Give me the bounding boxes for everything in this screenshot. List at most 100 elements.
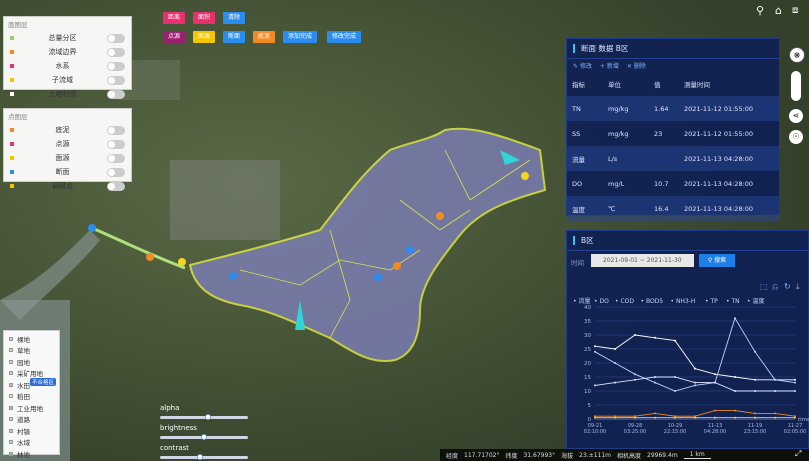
section-actions: ✎ 修改 + 新增 ✕ 删除 [567, 59, 779, 71]
toolbar-button-4[interactable]: 添加完成 [283, 31, 318, 43]
chart-tool-icon: ⎌ [772, 282, 778, 291]
legend-swatch [9, 428, 13, 433]
legend-swatch [9, 359, 13, 364]
data-point [774, 378, 776, 381]
data-point [594, 345, 596, 348]
toolbar-button-1[interactable]: 面源 [193, 31, 216, 43]
delete-button[interactable]: ✕ 删除 [627, 61, 646, 70]
x-tick-label: 22:15:00 [664, 429, 686, 435]
table-row[interactable]: 流量 L/s 2021-11-13 04:28:00 [567, 146, 779, 171]
slider-contrast[interactable] [160, 454, 248, 460]
table-row[interactable]: 温度 ℃ 16.4 2021-11-13 04:28:00 [567, 196, 779, 221]
data-point [654, 376, 656, 378]
data-point [754, 390, 756, 392]
unqualified-badge[interactable]: 不合格区 [30, 378, 57, 386]
expand-icon[interactable]: ⤢ [795, 449, 801, 459]
area-layers-panel: 面图层 总量分区 流域边界 水系 子流域 土地利用 [3, 16, 132, 99]
layer-color-swatch [10, 64, 14, 68]
legend-item: 工业用地 [4, 402, 59, 414]
point-layer-row: 点源 [4, 137, 131, 151]
toolbar-button-0[interactable]: 点源 [163, 31, 186, 43]
data-point [694, 367, 696, 370]
search-icon[interactable]: ⚲ [756, 5, 768, 17]
compass-icon[interactable]: ❋ [789, 47, 805, 63]
table-cell: mg/kg [608, 104, 629, 113]
table-row[interactable]: TN mg/kg 1.64 2021-11-12 01:55:00 [567, 96, 779, 121]
table-header: 指标 单位 值 测量时间 [567, 71, 779, 96]
layer-toggle[interactable] [107, 153, 125, 163]
area-layer-row: 水系 [4, 59, 131, 73]
y-tick-label: 30 [584, 333, 591, 339]
legend-item: 裸地 [4, 333, 59, 345]
data-point [774, 390, 776, 392]
data-point [634, 334, 636, 336]
table-row[interactable]: SS mg/kg 23 2021-11-12 01:55:00 [567, 121, 779, 146]
y-tick-label: 25 [584, 347, 591, 353]
table-cell: 温度 [572, 205, 585, 214]
table-cell: TN [572, 104, 581, 113]
layer-color-swatch [10, 170, 14, 174]
slider-knob[interactable] [196, 454, 203, 460]
toolbar-button-5[interactable]: 修改完成 [327, 31, 362, 43]
table-row[interactable]: DO mg/L 10.7 2021-11-13 04:28:00 [567, 171, 779, 196]
y-tick-label: 20 [584, 361, 591, 367]
legend-label: 园地 [17, 358, 30, 367]
slider-alpha[interactable] [160, 414, 248, 420]
data-point [674, 416, 676, 419]
slider-knob[interactable] [201, 434, 207, 440]
chart-legend-item: • COD [615, 298, 634, 305]
legend-label: 村镇 [17, 427, 30, 436]
x-tick-label: 23:15:00 [744, 429, 766, 435]
legend-label: 裸地 [17, 335, 30, 344]
layer-toggle[interactable] [107, 181, 125, 191]
toolbar-button-2[interactable]: 断面 [223, 31, 246, 43]
data-point [634, 416, 636, 419]
legend-swatch [9, 405, 13, 410]
chart-legend-item: • TP [705, 298, 718, 305]
landuse-legend: 裸地 草地 园地 采矿用地 水田 稻田 工业用地 道路 村镇 水域 林地 不合格区 [3, 330, 60, 459]
table-cell: DO [572, 179, 583, 188]
table-cell: SS [572, 129, 581, 138]
layer-toggle[interactable] [107, 61, 125, 71]
data-point [774, 416, 776, 419]
toolbar-button-0[interactable]: 距离 [163, 12, 186, 24]
slider-label-brightness: brightness [160, 424, 197, 432]
legend-label: 工业用地 [17, 404, 43, 413]
status-bar: 经度 117.71702° 纬度 31.67993° 海拔 23.±111m 相机高度… [440, 449, 809, 461]
slider-label-contrast: contrast [160, 444, 189, 452]
home-icon[interactable]: ⌂ [775, 5, 787, 17]
date-range-picker[interactable]: 2021-09-01 ~ 2021-11-30 [591, 254, 694, 267]
layer-toggle[interactable] [107, 47, 125, 57]
layer-toggle[interactable] [107, 75, 125, 85]
data-point [754, 378, 756, 381]
fullscreen-icon[interactable]: ⧈ [792, 5, 804, 17]
layer-toggle[interactable] [107, 139, 125, 149]
toolbar-button-2[interactable]: 清除 [223, 12, 246, 24]
zoom-slider[interactable] [791, 71, 801, 101]
table-cell: 10.7 [654, 179, 669, 188]
layer-toggle[interactable] [107, 125, 125, 135]
slider-brightness[interactable] [160, 434, 248, 440]
chart-panel-title: B区 [581, 236, 594, 245]
edit-button[interactable]: ✎ 修改 [573, 61, 592, 70]
legend-swatch [9, 348, 13, 353]
chart-legend-item: • NH3-H [671, 298, 696, 305]
add-button[interactable]: + 新增 [600, 61, 619, 70]
layer-toggle[interactable] [107, 167, 125, 177]
layer-toggle[interactable] [107, 33, 125, 43]
search-button[interactable]: ⚲ 搜索 [699, 254, 735, 267]
layer-toggle[interactable] [107, 89, 125, 99]
legend-item: 草地 [4, 345, 59, 357]
layer-color-swatch [10, 156, 14, 160]
legend-swatch [9, 371, 13, 376]
line-chart: ⬚ ⎌ ↻ ⤓ • 流量 • DO • COD • BOD5 • NH3-H • TP • TN • … [573, 282, 809, 435]
toolbar-button-3[interactable]: 底泥 [253, 31, 276, 43]
share-icon[interactable]: ⋖ [789, 109, 803, 123]
locate-icon[interactable]: ☉ [789, 130, 803, 144]
table-cell: 1.64 [654, 104, 669, 113]
toolbar-button-1[interactable]: 面积 [193, 12, 216, 24]
layer-label: 底泥 [55, 126, 70, 134]
data-point [714, 409, 716, 412]
data-point [594, 416, 596, 419]
table-cell: 2021-11-13 04:28:00 [684, 154, 754, 163]
